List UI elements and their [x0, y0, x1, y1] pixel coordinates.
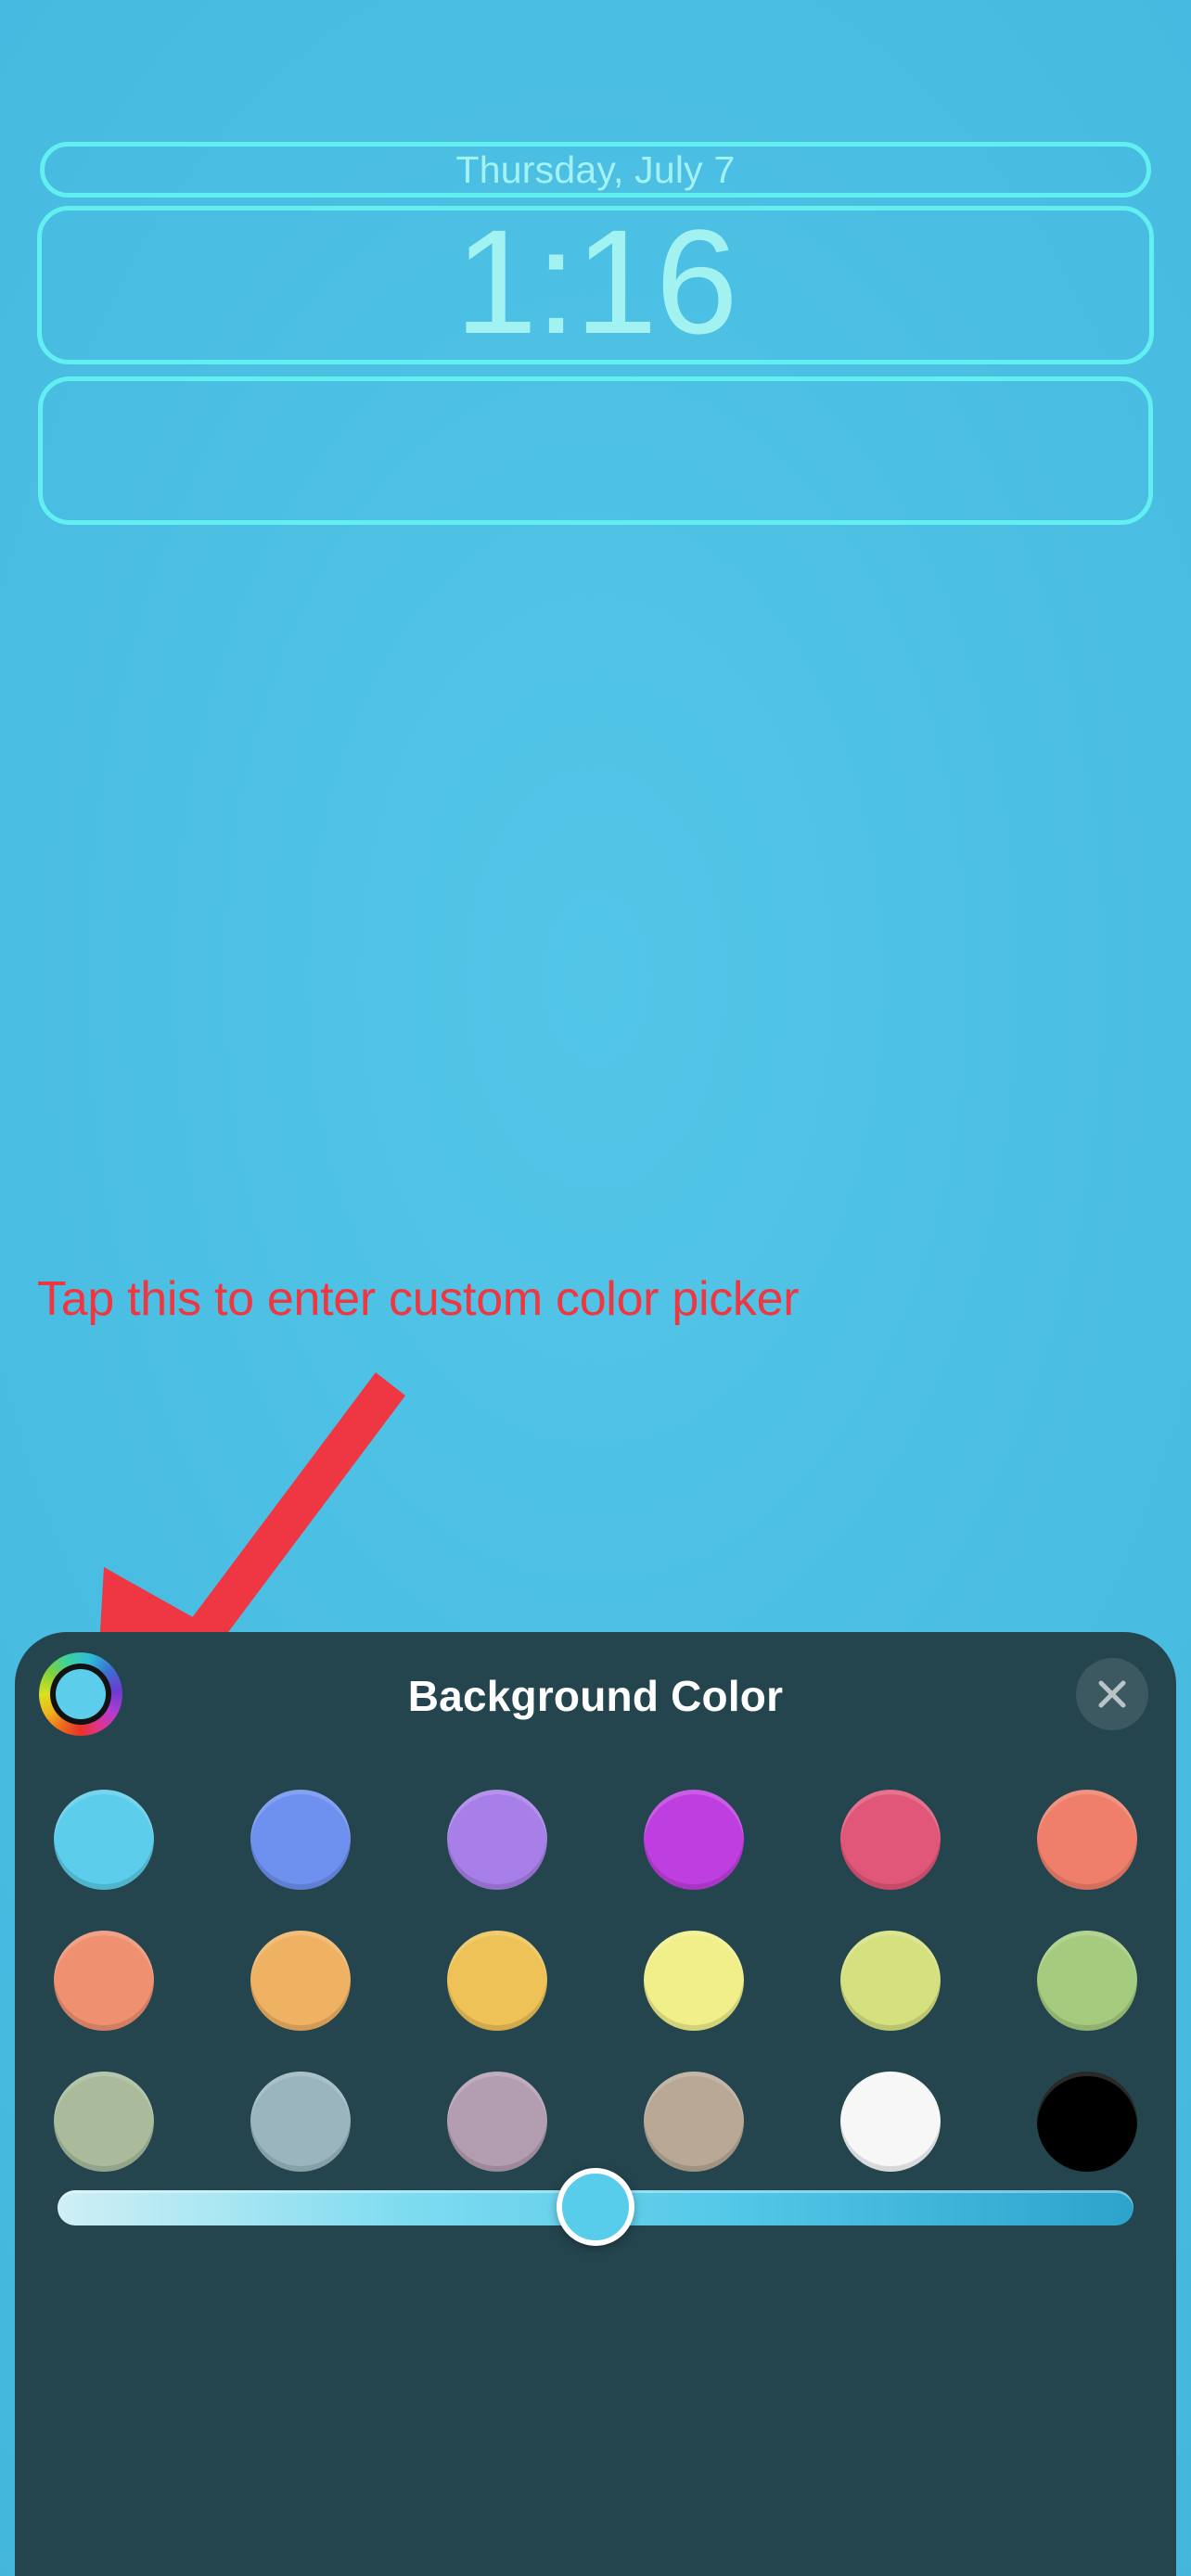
clock-widget[interactable]: 1:16: [37, 206, 1154, 364]
swatch-row: [54, 1790, 1137, 1890]
lock-screen-customization-screen: Thursday, July 7 1:16 Tap this to enter …: [0, 0, 1191, 2576]
brightness-slider-thumb[interactable]: [557, 2168, 634, 2246]
panel-title: Background Color: [407, 1672, 784, 1720]
date-widget-label: Thursday, July 7: [455, 147, 736, 191]
empty-widget-slot[interactable]: [38, 376, 1153, 525]
close-icon: [1098, 1680, 1126, 1708]
color-swatch-light-green[interactable]: [1037, 1931, 1137, 2031]
clock-widget-label: 1:16: [455, 198, 737, 364]
swatch-row: [54, 1931, 1137, 2031]
color-swatch-light-yellow[interactable]: [644, 1931, 744, 2031]
color-swatch-cyan[interactable]: [54, 1790, 154, 1890]
color-swatch-grid: [54, 1790, 1137, 2172]
color-swatch-yellow-green[interactable]: [840, 1931, 941, 2031]
date-widget[interactable]: Thursday, July 7: [40, 142, 1151, 198]
color-swatch-pink[interactable]: [840, 1790, 941, 1890]
color-swatch-blue[interactable]: [250, 1790, 351, 1890]
annotation-text: Tap this to enter custom color picker: [37, 1272, 800, 1326]
color-swatch-coral[interactable]: [54, 1931, 154, 2031]
color-swatch-magenta[interactable]: [644, 1790, 744, 1890]
color-swatch-orange[interactable]: [250, 1931, 351, 2031]
close-button[interactable]: [1076, 1658, 1148, 1730]
color-swatch-purple[interactable]: [447, 1790, 547, 1890]
brightness-slider[interactable]: [58, 2151, 1133, 2263]
background-color-panel: Background Color: [15, 1632, 1176, 2576]
color-swatch-salmon[interactable]: [1037, 1790, 1137, 1890]
panel-header: Background Color: [15, 1632, 1176, 1780]
color-swatch-amber[interactable]: [447, 1931, 547, 2031]
